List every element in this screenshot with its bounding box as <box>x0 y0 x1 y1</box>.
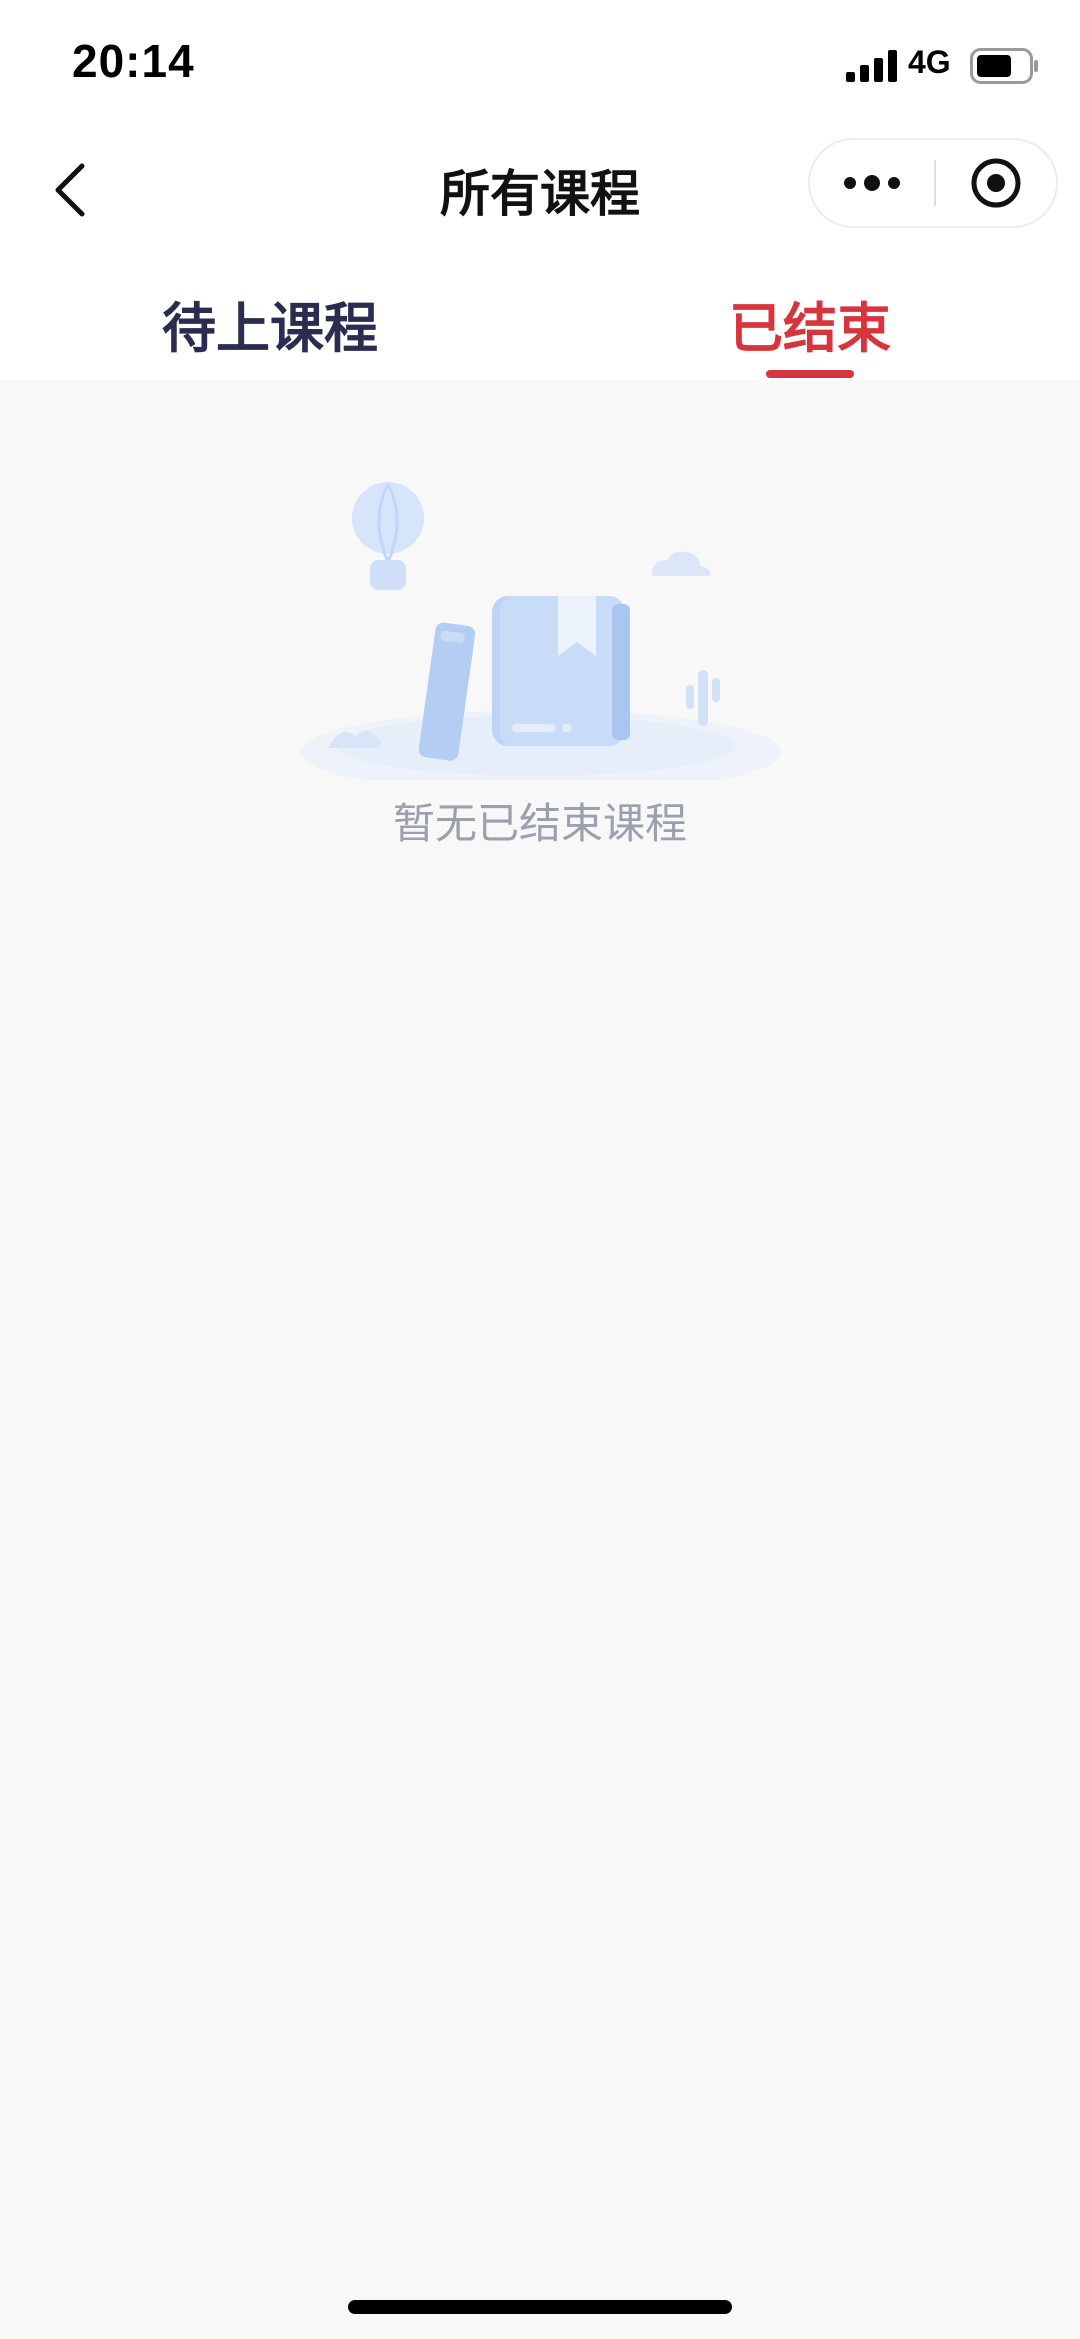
close-button[interactable] <box>936 140 1056 226</box>
network-type: 4G <box>908 44 951 80</box>
target-close-icon <box>971 158 1021 208</box>
empty-state: 暂无已结束课程 <box>0 380 1080 2339</box>
empty-message: 暂无已结束课程 <box>392 799 687 848</box>
battery-icon <box>970 48 1038 84</box>
chevron-left-icon <box>55 163 85 217</box>
more-button[interactable] <box>810 140 934 226</box>
back-button[interactable] <box>30 150 110 230</box>
top-panel: 20:14 4G 所有课程 待上课程 已结束 <box>0 0 1080 380</box>
navigation-bar: 所有课程 <box>0 130 1080 250</box>
status-bar: 20:14 4G <box>0 0 1080 130</box>
status-time: 20:14 <box>72 35 195 87</box>
tab-upcoming-courses[interactable]: 待上课程 <box>90 284 450 363</box>
home-indicator[interactable] <box>348 2300 732 2314</box>
signal-bars-icon <box>846 50 897 82</box>
empty-book-illustration <box>301 482 781 780</box>
tab-bar: 待上课程 已结束 <box>0 250 1080 380</box>
tab-ended-courses[interactable]: 已结束 <box>630 284 990 363</box>
active-tab-indicator <box>766 370 854 378</box>
page-title: 所有课程 <box>440 165 640 223</box>
more-dots-icon <box>844 175 900 191</box>
mini-program-capsule <box>808 138 1058 228</box>
